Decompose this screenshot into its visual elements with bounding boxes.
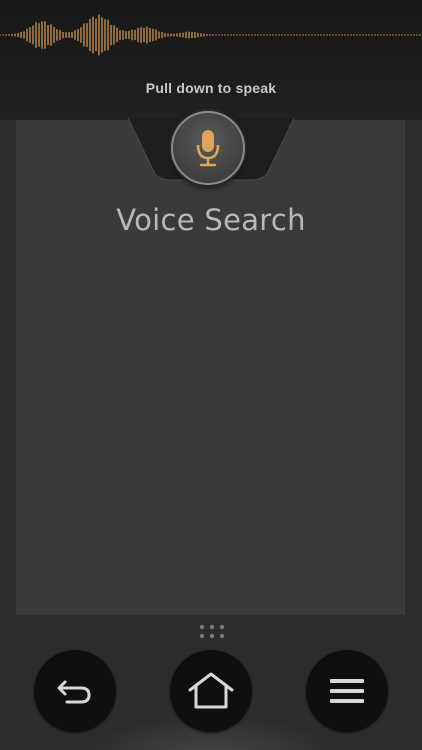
top-bar: Pull down to speak	[0, 0, 422, 120]
audio-waveform	[0, 14, 421, 56]
menu-button[interactable]	[306, 650, 388, 732]
home-icon	[188, 672, 234, 709]
back-button[interactable]	[34, 650, 116, 732]
home-button[interactable]	[170, 650, 252, 732]
microphone-icon	[196, 130, 220, 167]
microphone-button[interactable]	[171, 111, 245, 185]
hamburger-menu-icon	[330, 679, 364, 703]
panel-title: Voice Search	[116, 203, 306, 237]
voice-search-screen: Pull down to speak Voice Search	[0, 0, 422, 750]
back-arrow-icon	[57, 680, 91, 704]
drag-handle-icon[interactable]	[199, 624, 225, 640]
voice-search-panel	[16, 120, 405, 615]
pull-down-hint: Pull down to speak	[145, 80, 277, 96]
